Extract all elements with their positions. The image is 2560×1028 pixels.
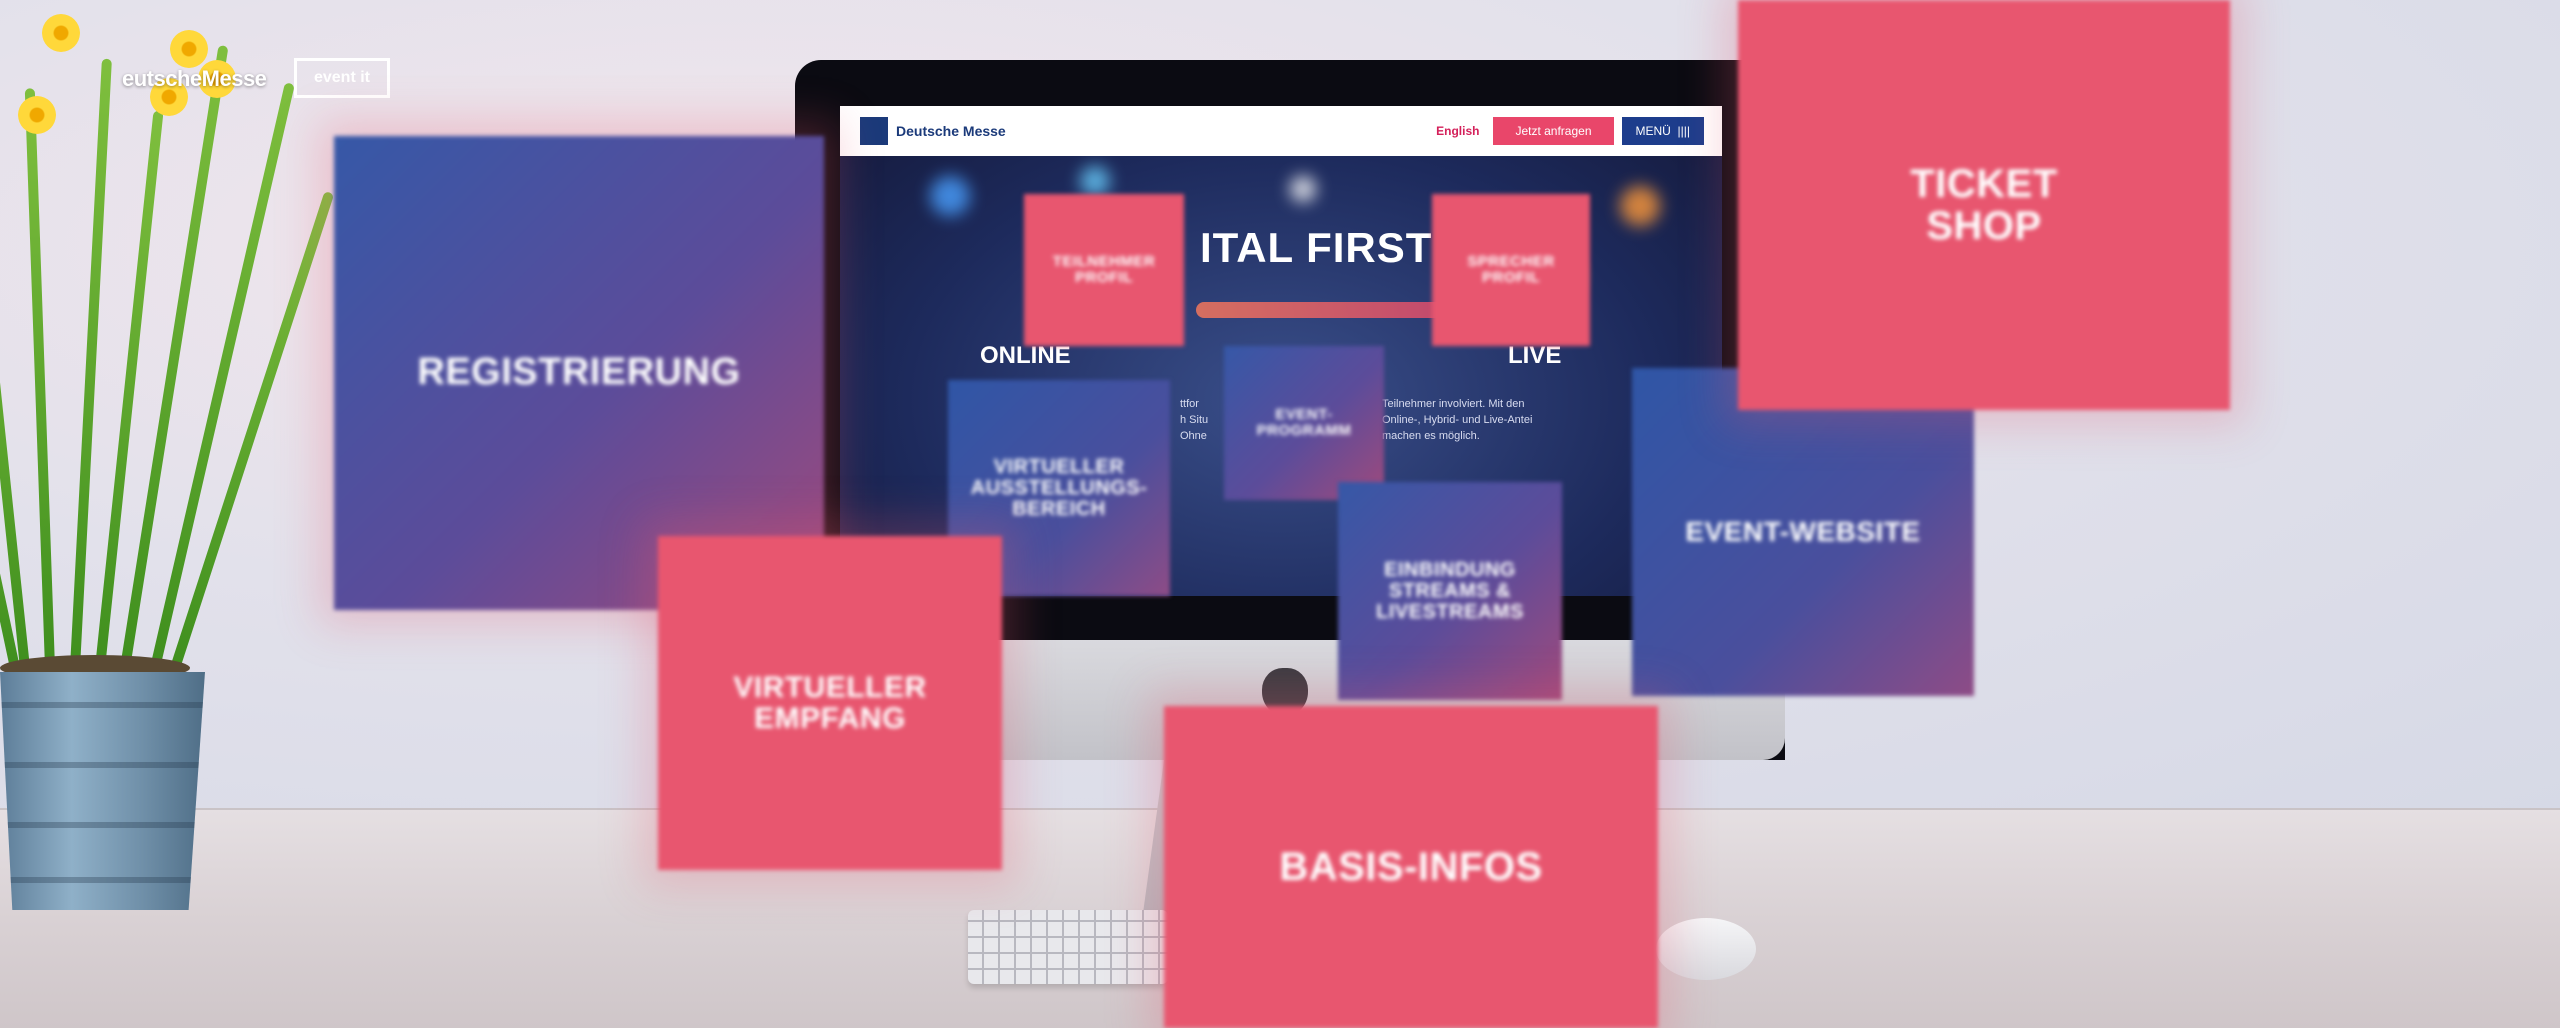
keyboard [968, 910, 1168, 984]
tile-event-programm[interactable]: Event- Programm [1224, 346, 1384, 500]
menu-button[interactable]: MENÜ |||| [1621, 117, 1704, 145]
hero-label-online: ONLINE [980, 342, 1071, 369]
hero-title: ITAL FIRST [1200, 224, 1433, 271]
website-navbar: Deutsche Messe English Jetzt anfragen ME… [840, 106, 1722, 156]
request-button[interactable]: Jetzt anfragen [1493, 117, 1614, 145]
tile-teilnehmer-profil[interactable]: Teilnehmer Profil [1024, 194, 1184, 346]
deutsche-messe-site-logo-icon[interactable] [860, 117, 888, 145]
tile-event-website[interactable]: Event-Website [1632, 368, 1974, 696]
mouse [1656, 918, 1756, 980]
hero-label-live: LIVE [1508, 342, 1562, 369]
language-link[interactable]: English [1436, 124, 1479, 138]
tile-einbindung-streams[interactable]: Einbindung Streams & Livestreams [1338, 482, 1562, 700]
deutsche-messe-logo: eutscheMesse [122, 66, 267, 91]
hero-text-right: Teilnehmer involviert. Mit den Online-, … [1382, 398, 1533, 442]
site-brand-name[interactable]: Deutsche Messe [896, 123, 1006, 139]
event-it-logo: event it [294, 58, 390, 98]
tile-sprecher-profil[interactable]: Sprecher Profil [1432, 194, 1590, 346]
flower-pot [0, 672, 205, 910]
tile-basis-infos[interactable]: Basis-Infos [1164, 706, 1658, 1028]
tile-ticket-shop[interactable]: Ticket Shop [1738, 0, 2230, 410]
menu-bars-icon: |||| [1677, 124, 1690, 138]
tile-virtueller-empfang[interactable]: Virtueller Empfang [658, 536, 1002, 870]
hero-slider [1196, 302, 1456, 318]
hero-text-left: ttfor h Situ Ohne [1180, 398, 1209, 442]
